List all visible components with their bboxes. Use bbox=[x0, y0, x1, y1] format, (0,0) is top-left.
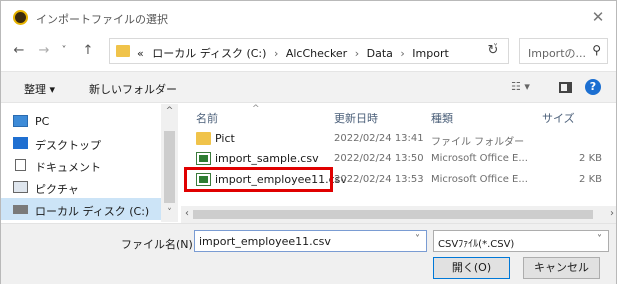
folder-icon bbox=[116, 45, 130, 57]
table-row[interactable]: import_sample.csv 2022/02/24 13:50 Micro… bbox=[184, 149, 616, 169]
breadcrumb-item[interactable]: ローカル ディスク (C:) bbox=[152, 47, 266, 60]
close-icon[interactable]: ✕ bbox=[588, 7, 608, 27]
scrollbar-thumb[interactable] bbox=[193, 210, 593, 219]
file-name: Pict bbox=[215, 132, 235, 145]
file-modified: 2022/02/24 13:41 bbox=[334, 133, 424, 144]
desktop-icon bbox=[13, 137, 28, 149]
filetype-value: CSVﾌｧｲﾙ(*.CSV) bbox=[438, 239, 515, 250]
sidebar-item-desktop[interactable]: デスクトップ bbox=[1, 132, 161, 154]
cancel-button[interactable]: キャンセル bbox=[523, 257, 600, 279]
search-icon: ⚲ bbox=[592, 43, 601, 57]
file-type: Microsoft Office E... bbox=[431, 174, 528, 185]
help-icon[interactable]: ? bbox=[585, 79, 601, 95]
file-modified: 2022/02/24 13:53 bbox=[334, 174, 424, 185]
scroll-up-icon[interactable]: ^ bbox=[161, 106, 178, 116]
breadcrumb-item[interactable]: Data bbox=[367, 47, 393, 60]
address-bar[interactable]: « ローカル ディスク (C:) › AlcChecker › Data › I… bbox=[109, 38, 509, 64]
back-arrow-icon[interactable]: ← bbox=[11, 43, 27, 59]
breadcrumb-separator: › bbox=[400, 47, 405, 60]
breadcrumb-item[interactable]: Import bbox=[412, 47, 449, 60]
sort-ascending-icon: ^ bbox=[252, 104, 260, 114]
column-header-type[interactable]: 種類 bbox=[431, 110, 453, 126]
filename-input[interactable]: import_employee11.csv ˅ bbox=[194, 230, 427, 252]
scrollbar-thumb[interactable] bbox=[164, 131, 175, 203]
breadcrumb-item[interactable]: AlcChecker bbox=[286, 47, 347, 60]
file-open-dialog: インポートファイルの選択 ✕ ← → ˅ ↑ « ローカル ディスク (C:) … bbox=[0, 0, 617, 284]
file-type: Microsoft Office E... bbox=[431, 153, 528, 164]
up-arrow-icon[interactable]: ↑ bbox=[80, 43, 96, 59]
organize-button[interactable]: 整理 ▾ bbox=[24, 81, 55, 97]
sidebar-item-pc[interactable]: PC bbox=[1, 110, 161, 132]
forward-arrow-icon[interactable]: → bbox=[36, 43, 52, 59]
sidebar-item-local-disk[interactable]: ローカル ディスク (C:) bbox=[1, 198, 161, 220]
drive-icon bbox=[13, 205, 28, 214]
file-size: 2 KB bbox=[579, 174, 602, 185]
dialog-title: インポートファイルの選択 bbox=[36, 13, 168, 26]
breadcrumb: « ローカル ディスク (C:) › AlcChecker › Data › I… bbox=[137, 45, 449, 61]
file-size: 2 KB bbox=[579, 153, 602, 164]
csv-file-icon bbox=[196, 152, 211, 165]
preview-pane-icon[interactable] bbox=[559, 82, 572, 93]
file-list: 名前 ^ 更新日時 種類 サイズ Pict 2022/02/24 13:41 フ… bbox=[184, 104, 616, 222]
column-header-size[interactable]: サイズ bbox=[542, 110, 575, 126]
chevron-down-icon: ˅ bbox=[597, 234, 602, 245]
sidebar-item-label: ローカル ディスク (C:) bbox=[35, 205, 150, 218]
breadcrumb-overflow[interactable]: « bbox=[137, 47, 144, 60]
new-folder-button[interactable]: 新しいフォルダー bbox=[89, 81, 177, 97]
scroll-right-icon[interactable]: › bbox=[610, 208, 614, 219]
pictures-icon bbox=[13, 181, 28, 193]
dialog-footer: ファイル名(N): import_employee11.csv ˅ CSVﾌｧｲ… bbox=[1, 223, 616, 284]
search-placeholder: Importの... bbox=[528, 47, 586, 60]
filename-label: ファイル名(N): bbox=[121, 238, 197, 251]
highlight-box bbox=[184, 167, 333, 192]
sidebar-item-label: デスクトップ bbox=[35, 139, 101, 152]
scroll-down-icon[interactable]: ˅ bbox=[161, 208, 178, 218]
view-options-icon[interactable]: ☷ ▾ bbox=[511, 80, 530, 93]
sidebar-scrollbar[interactable]: ^ ˅ bbox=[161, 104, 178, 222]
sidebar-item-pictures[interactable]: ピクチャ bbox=[1, 176, 161, 198]
folder-icon bbox=[196, 132, 211, 145]
breadcrumb-separator: › bbox=[354, 47, 360, 60]
column-header-modified[interactable]: 更新日時 bbox=[334, 110, 378, 126]
horizontal-scrollbar[interactable]: ‹ › bbox=[181, 206, 616, 223]
file-name: import_sample.csv bbox=[215, 152, 319, 165]
app-icon bbox=[13, 10, 28, 25]
filename-value: import_employee11.csv bbox=[199, 235, 331, 248]
command-toolbar: 整理 ▾ 新しいフォルダー ☷ ▾ ? bbox=[1, 71, 616, 103]
column-header-name[interactable]: 名前 bbox=[196, 110, 218, 126]
open-button[interactable]: 開く(O) bbox=[433, 257, 510, 279]
breadcrumb-separator: › bbox=[273, 47, 279, 60]
file-modified: 2022/02/24 13:50 bbox=[334, 153, 424, 164]
table-row[interactable]: Pict 2022/02/24 13:41 ファイル フォルダー bbox=[184, 129, 616, 149]
pc-icon bbox=[13, 115, 28, 127]
refresh-icon[interactable]: ↻ bbox=[483, 41, 503, 61]
search-input[interactable]: Importの... ⚲ bbox=[519, 38, 608, 64]
chevron-down-icon[interactable]: ˅ bbox=[415, 234, 420, 245]
scroll-left-icon[interactable]: ‹ bbox=[185, 208, 189, 219]
file-type: ファイル フォルダー bbox=[431, 137, 525, 148]
filetype-select[interactable]: CSVﾌｧｲﾙ(*.CSV) ˅ bbox=[433, 230, 609, 252]
navigation-pane: PC デスクトップ ドキュメント ピクチャ ローカル ディスク (C:) ^ ˅ bbox=[1, 104, 181, 222]
sidebar-item-label: ピクチャ bbox=[35, 183, 79, 196]
sidebar-item-label: PC bbox=[35, 115, 50, 128]
recent-locations-icon[interactable]: ˅ bbox=[56, 43, 72, 59]
title-bar: インポートファイルの選択 ✕ bbox=[1, 1, 616, 34]
documents-icon bbox=[15, 159, 26, 171]
sidebar-item-label: ドキュメント bbox=[35, 161, 101, 174]
sidebar-item-documents[interactable]: ドキュメント bbox=[1, 154, 161, 176]
